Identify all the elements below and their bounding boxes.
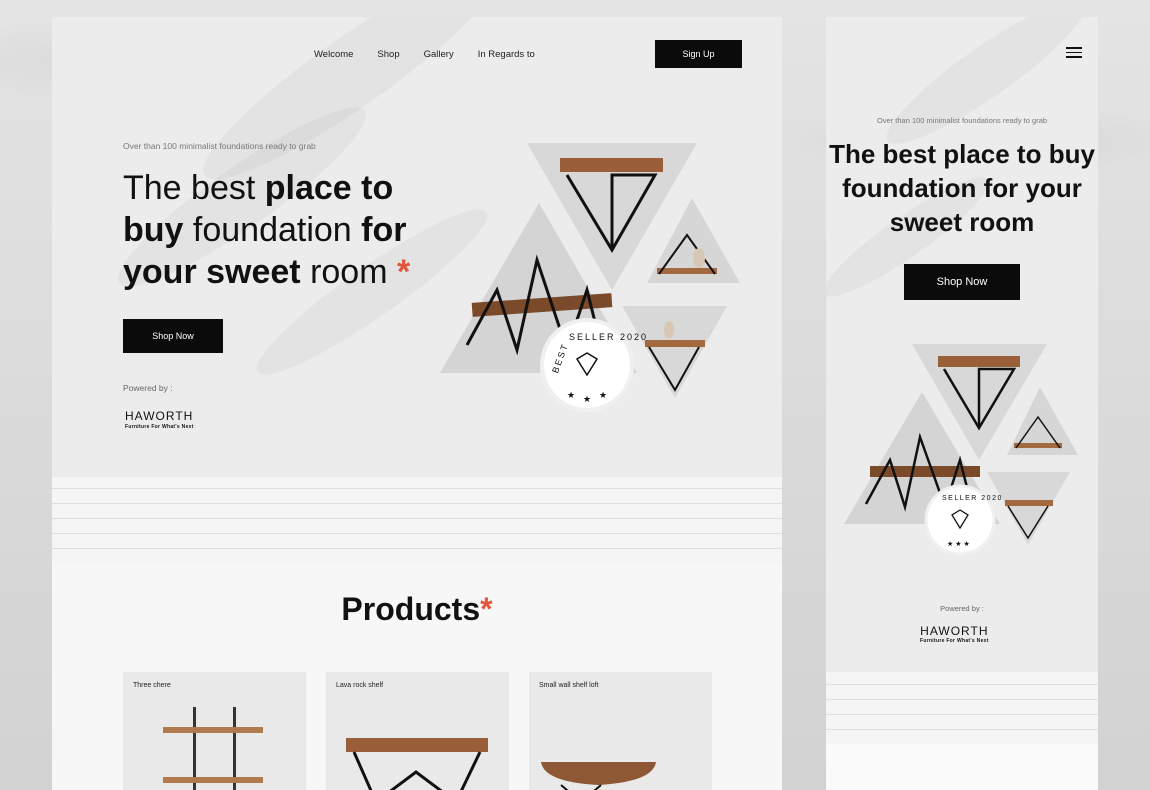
headline-part: foundation [842,173,984,203]
product-image [541,762,656,790]
headline-bold: place to buy [943,139,1095,169]
brand-tagline: Furniture For What's Next [125,424,194,430]
asterisk-mark: * [480,591,493,627]
product-name: Small wall shelf loft [539,682,599,689]
nav-gallery[interactable]: Gallery [424,49,454,60]
brick-wall-band [52,477,782,563]
hamburger-menu-icon[interactable] [1066,47,1082,61]
brand-tagline: Furniture For What's Next [920,638,989,644]
brand-name: HAWORTH [125,409,194,423]
products-heading: Products* [52,591,782,628]
hero-section: Welcome Shop Gallery In Regards to Sign … [52,17,782,477]
shop-now-button[interactable]: Shop Now [904,264,1020,300]
products-section: Products* Three chere Lava rock shelf Sm… [52,563,782,790]
haworth-logo: HAWORTH Furniture For What's Next [920,624,989,644]
lower-section [826,744,1098,790]
brand-name: HAWORTH [920,624,989,638]
headline-part: The best [829,139,944,169]
main-nav: Welcome Shop Gallery In Regards to [314,49,535,60]
best-seller-badge: SELLER 2020 BEST ★ ★ ★ [540,318,648,412]
shelf-plank [560,158,663,172]
headline-part: The best [123,169,265,207]
product-name: Lava rock shelf [336,682,384,689]
mobile-mockup: Over than 100 minimalist foundations rea… [826,17,1098,790]
headline-part: room [300,253,397,291]
badge-top-text: SELLER 2020 [569,332,648,342]
brick-wall-band [826,672,1098,744]
headline-part: room [962,207,1035,237]
hero-tagline: Over than 100 minimalist foundations rea… [876,116,1048,125]
powered-by-label: Powered by : [940,604,984,613]
product-name: Three chere [133,682,171,689]
shelf-collage: SELLER 2020 BEST ★ ★ ★ [440,143,740,412]
shelf-plank [645,340,705,347]
hero-headline: The best place to buy foundation for you… [123,167,423,293]
nav-welcome[interactable]: Welcome [314,49,353,60]
best-seller-badge: SELLER 2020 ★ ★ ★ [924,484,1003,556]
product-card[interactable]: Lava rock shelf [326,672,509,790]
shelf-plank [657,268,717,274]
haworth-logo: HAWORTH Furniture For What's Next [125,409,194,430]
star-icon: ★ [599,390,607,400]
star-icon: ★ [583,394,591,404]
shop-now-button[interactable]: Shop Now [123,319,223,353]
hero-tagline: Over than 100 minimalist foundations rea… [123,141,316,151]
shelf-collage: SELLER 2020 ★ ★ ★ [844,344,1078,556]
products-heading-text: Products [341,591,481,627]
vase [693,248,705,268]
nav-shop[interactable]: Shop [377,49,399,60]
product-image [163,707,263,790]
badge-top-text: SELLER 2020 [942,495,1003,502]
desktop-mockup: Welcome Shop Gallery In Regards to Sign … [52,17,782,790]
powered-by-label: Powered by : [123,383,173,393]
headline-part: foundation [183,211,362,249]
product-card[interactable]: Small wall shelf loft [529,672,712,790]
sign-up-button[interactable]: Sign Up [655,40,742,68]
product-card[interactable]: Three chere [123,672,306,790]
star-icon: ★ ★ ★ [947,540,970,548]
product-image [346,738,488,790]
vase [664,321,674,339]
star-icon: ★ [567,390,575,400]
hero-headline: The best place to buy foundation for you… [826,137,1098,239]
nav-in-regards-to[interactable]: In Regards to [478,49,535,60]
triangle-tile [622,306,727,398]
asterisk-mark: * [396,253,411,291]
